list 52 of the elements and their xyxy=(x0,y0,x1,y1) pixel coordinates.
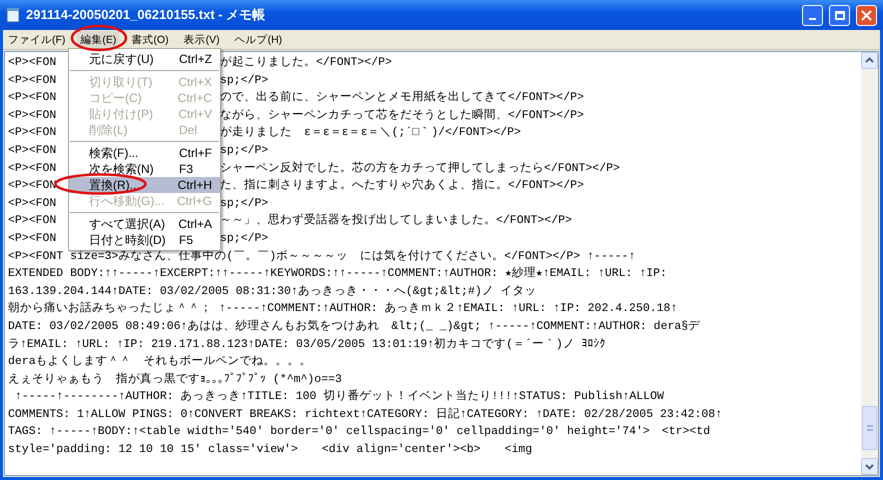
menu-bar-item[interactable]: 表示(V) xyxy=(180,30,223,48)
text-line: <P><FON xyxy=(8,55,56,71)
menu-item[interactable]: すべて選択(A) Ctrl+A xyxy=(69,216,220,232)
text-line: sp;</P> xyxy=(220,230,270,247)
menu-item[interactable]: 日付と時刻(D) F5 xyxy=(69,232,220,248)
text-line: style='padding: 12 10 10 15' class='view'> <div align='center'><b> <img xyxy=(8,442,532,458)
text-line: EXTENDED BODY:↑↑-----↑EXCERPT:↑↑-----↑KEYWORDS:↑↑-----↑COMMENT:↑AUTHOR: ★紗理★↑EMAIL: ↑URL: ↑IP: xyxy=(8,266,667,282)
text-line: ～～」、思わず受話器を投げ出してしまいました。</FONT></P> xyxy=(220,212,573,230)
text-line: 163.139.204.144↑DATE: 03/02/2005 08:31:30↑あっきっき・・・へ(&gt;&lt;#)ノ イタッ xyxy=(8,284,537,300)
text-line: <P><FON xyxy=(8,178,56,194)
menu-bar-item[interactable]: 書式(O) xyxy=(128,30,172,48)
menu-bar-item[interactable]: 編集(E) xyxy=(77,30,120,48)
maximize-button[interactable] xyxy=(829,4,850,26)
menu-item[interactable]: 検索(F)... Ctrl+F xyxy=(69,145,220,161)
text-line: <P><FON xyxy=(8,196,56,212)
minimize-button[interactable] xyxy=(802,4,823,26)
close-button[interactable] xyxy=(856,4,877,26)
text-line: <P><FON xyxy=(8,108,56,124)
window-title: 291114-20050201_06210155.txt - メモ帳 xyxy=(26,6,266,24)
text-line: COMMENTS: 1↑ALLOW PINGS: 0↑CONVERT BREAKS: richtext↑CATEGORY: 日記↑CATEGORY: ↑DATE: 02/28/2005 23:42:08↑ xyxy=(8,406,722,423)
text-line: ながら、シャーペンカチって芯をだそうとした瞬間、</FONT></P> xyxy=(220,108,585,124)
scroll-down-icon[interactable] xyxy=(861,458,878,475)
scrollbar[interactable] xyxy=(861,52,878,475)
menu-bar-item[interactable]: ファイル(F) xyxy=(5,30,68,48)
text-line: 朝から痛いお話みちゃったじょ＾＾； ↑-----↑COMMENT:↑AUTHOR: あっきｍｋ２↑EMAIL: ↑URL: ↑IP: 202.4.250.18↑ xyxy=(8,300,678,318)
text-line: <P><FON xyxy=(8,213,56,230)
text-line: が走りました ε＝ε＝ε＝ε＝＼(;´□｀)/</FONT></P> xyxy=(220,124,522,142)
text-line: sp;</P> xyxy=(220,72,270,89)
text-line: deraもよくします＾＾ それもボールペンでね。。。。 xyxy=(8,354,312,370)
annotation-circle xyxy=(70,24,128,52)
scroll-up-icon[interactable] xyxy=(861,52,878,69)
text-line: <P><FON xyxy=(8,142,56,159)
text-line: sp;</P> xyxy=(220,196,270,212)
text-line: <P><FON xyxy=(8,160,56,177)
text-line: <P><FON xyxy=(8,230,56,247)
text-line: ラ↑EMAIL: ↑URL: ↑IP: 219.171.88.123↑DATE: 03/05/2005 13:01:19↑初カキコです(＝´ー｀)ノ ﾖﾛｼｸ xyxy=(8,336,606,352)
menu-item[interactable]: 元に戻す(U) Ctrl+Z xyxy=(69,51,220,67)
notepad-icon xyxy=(6,7,20,23)
text-line: <P><FON xyxy=(8,72,56,89)
menu-bar-item[interactable]: ヘルプ(H) xyxy=(232,30,286,48)
text-line: DATE: 03/02/2005 08:49:06↑あはは、紗理さんもお気をつけあれ &lt;(_ _)&gt; ↑-----↑COMMENT:↑AUTHOR: dera§デ xyxy=(8,318,700,335)
menu-item[interactable]: 置換(R)... Ctrl+H xyxy=(69,177,220,193)
text-line: ↑-----↑--------↑AUTHOR: あっきっき↑TITLE: 100 切り番ゲット！イベント当たり!!!↑STATUS: Publish↑ALLOW xyxy=(14,388,664,406)
text-line: が起こりました。</FONT></P> xyxy=(220,54,393,71)
text-line: た、指に刺さりますよ。へたすりゃ穴あくよ、指に。</FONT></P> xyxy=(220,177,585,194)
text-line: sp;</P> xyxy=(220,142,270,159)
text-line: えぇそりゃぁもう 指が真っ黒ですｮ｡｡｡ﾌﾟﾌﾟﾌﾟｯ (*^m^)o==3 xyxy=(8,372,342,388)
scroll-thumb[interactable] xyxy=(862,406,877,450)
text-line: シャーペン反対でした。芯の方をカチって押してしまったら</FONT></P> xyxy=(220,160,621,177)
text-line: TAGS: ↑-----↑BODY:↑<table width='540' border='0' cellspacing='0' cellpadding='0' height='74'> <tr><td xyxy=(8,424,710,440)
text-line: <P><FON xyxy=(8,125,56,142)
text-line: <P><FON xyxy=(8,90,56,106)
